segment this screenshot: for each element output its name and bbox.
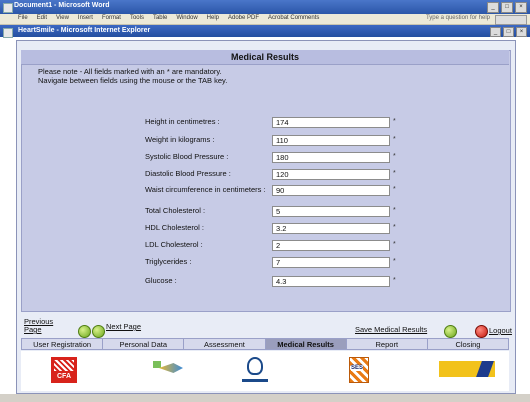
field-label: Height in centimetres : — [145, 117, 220, 126]
field-label: LDL Cholesterol : — [145, 240, 203, 249]
medical-results-panel — [21, 50, 511, 312]
field-label: Systolic Blood Pressure : — [145, 152, 229, 161]
required-marker: * — [393, 136, 396, 143]
required-marker: * — [393, 170, 396, 177]
required-marker: * — [393, 277, 396, 284]
next-arrow-icon[interactable] — [92, 325, 105, 338]
close-icon[interactable]: × — [515, 2, 527, 13]
menu-item[interactable]: Adobe PDF — [228, 15, 259, 21]
menu-item[interactable]: Help — [207, 15, 219, 21]
minimize-icon[interactable]: _ — [487, 2, 499, 13]
save-medical-results-link[interactable]: Save Medical Results — [355, 325, 427, 334]
ie-app-icon — [3, 28, 13, 38]
menu-item[interactable]: Window — [176, 15, 197, 21]
tab-personal-data[interactable]: Personal Data — [103, 339, 185, 349]
required-marker: * — [393, 153, 396, 160]
tab-closing[interactable]: Closing — [428, 339, 508, 349]
transport-logo — [439, 361, 495, 377]
required-marker: * — [393, 186, 396, 193]
field-input[interactable] — [272, 257, 390, 268]
section-tabs: User Registration Personal Data Assessment… — [21, 338, 509, 350]
previous-page-label-2: Page — [24, 325, 42, 334]
field-label: Total Cholesterol : — [145, 206, 206, 215]
logout-icon[interactable] — [475, 325, 488, 338]
ses-logo-text: SES — [351, 365, 364, 371]
menu-item[interactable]: Insert — [78, 15, 93, 21]
word-window-controls: _ □ × — [487, 2, 527, 13]
instructions-note: Please note - All fields marked with an … — [38, 67, 227, 85]
heart-foundation-logo — [238, 355, 272, 389]
note-navigation: Navigate between fields using the mouse … — [38, 76, 228, 85]
required-marker: * — [393, 207, 396, 214]
field-input[interactable] — [272, 117, 390, 128]
next-page-link[interactable]: Next Page — [106, 322, 141, 331]
status-bar — [0, 394, 530, 402]
field-input[interactable] — [272, 135, 390, 146]
required-marker: * — [393, 118, 396, 125]
previous-page-link[interactable]: Previous Page — [24, 318, 53, 334]
field-label: HDL Cholesterol : — [145, 223, 204, 232]
field-input[interactable] — [272, 223, 390, 234]
tab-medical-results[interactable]: Medical Results — [265, 339, 347, 349]
field-label: Glucose : — [145, 276, 177, 285]
required-marker: * — [393, 224, 396, 231]
cfa-logo-text: CFA — [57, 373, 71, 380]
health-department-logo — [149, 357, 189, 383]
help-search-dropdown[interactable] — [495, 15, 527, 25]
menu-item[interactable]: File — [18, 15, 28, 21]
menu-item[interactable]: Tools — [130, 15, 144, 21]
field-label: Weight in kilograms : — [145, 135, 215, 144]
field-label: Triglycerides : — [145, 257, 192, 266]
ie-window-title: HeartSmile - Microsoft Internet Explorer — [18, 27, 151, 34]
word-app-icon — [3, 3, 13, 13]
note-mandatory: Please note - All fields marked with an … — [38, 67, 222, 76]
maximize-icon[interactable]: □ — [501, 2, 513, 13]
field-input[interactable] — [272, 206, 390, 217]
ie-window-controls: _ □ × — [490, 27, 527, 37]
menu-item[interactable]: Acrobat Comments — [268, 15, 319, 21]
menu-item[interactable]: Format — [102, 15, 121, 21]
menu-items: File Edit View Insert Format Tools Table Window… — [18, 15, 319, 21]
field-label: Diastolic Blood Pressure : — [145, 169, 231, 178]
tab-user-registration[interactable]: User Registration — [22, 339, 104, 349]
close-icon[interactable]: × — [516, 27, 527, 37]
word-window-title: Document1 - Microsoft Word — [14, 2, 110, 9]
cfa-logo: CFA — [51, 357, 77, 383]
minimize-icon[interactable]: _ — [490, 27, 501, 37]
field-input[interactable] — [272, 240, 390, 251]
field-label: Waist circumference in centimeters : — [145, 185, 266, 194]
tab-report[interactable]: Report — [347, 339, 428, 349]
word-menu-bar: File Edit View Insert Format Tools Table Window… — [0, 14, 530, 25]
ses-logo: SES — [349, 357, 369, 383]
menu-item[interactable]: Edit — [37, 15, 47, 21]
word-title-bar: Document1 - Microsoft Word _ □ × — [0, 0, 530, 14]
maximize-icon[interactable]: □ — [503, 27, 514, 37]
help-search-box[interactable]: Type a question for help — [426, 15, 490, 21]
ie-title-bar: HeartSmile - Microsoft Internet Explorer… — [0, 25, 530, 38]
field-input[interactable] — [272, 185, 390, 196]
required-marker: * — [393, 241, 396, 248]
tab-assessment[interactable]: Assessment — [184, 339, 266, 349]
save-icon[interactable] — [444, 325, 457, 338]
menu-item[interactable]: View — [56, 15, 69, 21]
menu-item[interactable]: Table — [153, 15, 167, 21]
field-input[interactable] — [272, 169, 390, 180]
field-input[interactable] — [272, 152, 390, 163]
sponsor-logos: CFA SES — [21, 351, 509, 391]
page-title: Medical Results — [230, 52, 300, 62]
required-marker: * — [393, 258, 396, 265]
previous-arrow-icon[interactable] — [78, 325, 91, 338]
field-input[interactable] — [272, 276, 390, 287]
logout-link[interactable]: Logout — [489, 326, 512, 335]
